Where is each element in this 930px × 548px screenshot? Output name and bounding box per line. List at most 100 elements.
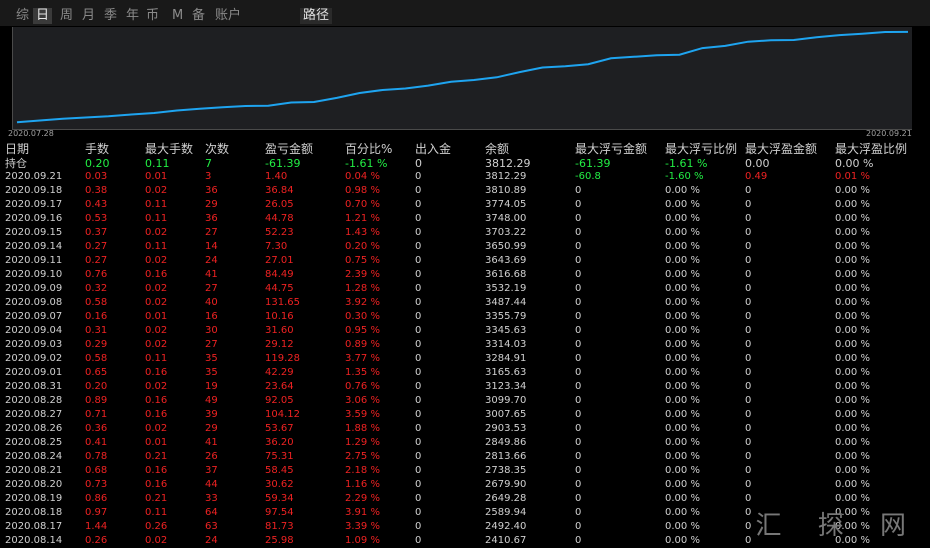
- cell-col-8: 0: [575, 493, 582, 504]
- tab-6[interactable]: 币: [146, 8, 159, 24]
- cell-col-11: 0.00 %: [835, 185, 870, 196]
- cell-col-9: 0.00 %: [665, 493, 700, 504]
- cell-col-10: 0.00: [745, 157, 770, 170]
- cell-col-7: 3810.89: [485, 185, 527, 196]
- cell-col-0: 2020.09.10: [5, 269, 63, 280]
- cell-col-3: 64: [205, 507, 218, 518]
- cell-col-3: 24: [205, 535, 218, 546]
- cell-col-0: 2020.08.26: [5, 423, 63, 434]
- cell-col-5: 1.28 %: [345, 283, 380, 294]
- cell-col-11: 0.00 %: [835, 311, 870, 322]
- cell-col-5: 2.29 %: [345, 493, 380, 504]
- cell-col-6: 0: [415, 507, 422, 518]
- cell-col-11: 0.00 %: [835, 157, 874, 170]
- cell-col-7: 3616.68: [485, 269, 527, 280]
- cell-col-3: 37: [205, 465, 218, 476]
- cell-col-0: 2020.09.18: [5, 185, 63, 196]
- tab-7[interactable]: M: [172, 8, 183, 24]
- cell-col-3: 19: [205, 381, 218, 392]
- cell-col-6: 0: [415, 213, 422, 224]
- cell-col-1: 0.36: [85, 423, 108, 434]
- tab-9[interactable]: 账户: [215, 8, 241, 24]
- cell-col-4: 1.40: [265, 171, 288, 182]
- table-row: 2020.09.03 0.29 0.02 27 29.12 0.89 % 0 3314.03 0…: [0, 338, 930, 352]
- cell-col-1: 0.38: [85, 185, 108, 196]
- cell-col-1: 0.78: [85, 451, 108, 462]
- cell-col-8: -61.39: [575, 157, 611, 170]
- cell-col-10: 0: [745, 535, 752, 546]
- cell-col-1: 0.58: [85, 297, 108, 308]
- cell-col-5: 1.88 %: [345, 423, 380, 434]
- table-row: 2020.08.19 0.86 0.21 33 59.34 2.29 % 0 2649.28 0…: [0, 492, 930, 506]
- cell-col-4: 131.65: [265, 297, 300, 308]
- table-row: 2020.09.17 0.43 0.11 29 26.05 0.70 % 0 3774.05 0…: [0, 198, 930, 212]
- tab-8[interactable]: 备: [192, 8, 205, 24]
- cell-col-7: 2903.53: [485, 423, 527, 434]
- cell-col-7: 3007.65: [485, 409, 527, 420]
- cell-col-5: 0.98 %: [345, 185, 380, 196]
- cell-col-4: 盈亏金额: [265, 142, 314, 156]
- cell-col-6: 0: [415, 311, 422, 322]
- cell-col-10: 0: [745, 269, 752, 280]
- tab-5[interactable]: 年: [126, 8, 139, 24]
- cell-col-10: 0: [745, 227, 752, 238]
- cell-col-4: -61.39: [265, 157, 301, 170]
- cell-col-2: 0.16: [145, 409, 168, 420]
- cell-col-1: 0.03: [85, 171, 108, 182]
- cell-col-10: 0: [745, 423, 752, 434]
- cell-col-6: 0: [415, 297, 422, 308]
- cell-col-0: 2020.08.21: [5, 465, 63, 476]
- cell-col-1: 0.89: [85, 395, 108, 406]
- tab-4[interactable]: 季: [104, 8, 117, 24]
- cell-col-11: 0.00 %: [835, 479, 870, 490]
- cell-col-0: 2020.09.01: [5, 367, 63, 378]
- cell-col-9: -1.60 %: [665, 171, 704, 182]
- cell-col-0: 2020.08.31: [5, 381, 63, 392]
- table-row: 2020.09.11 0.27 0.02 24 27.01 0.75 % 0 3643.69 0…: [0, 254, 930, 268]
- cell-col-11: 0.00 %: [835, 297, 870, 308]
- cell-col-3: 49: [205, 395, 218, 406]
- cell-col-4: 53.67: [265, 423, 294, 434]
- cell-col-10: 0: [745, 395, 752, 406]
- cell-col-11: 0.00 %: [835, 437, 870, 448]
- cell-col-2: 0.02: [145, 255, 168, 266]
- cell-col-2: 0.11: [145, 213, 168, 224]
- cell-col-1: 0.53: [85, 213, 108, 224]
- cell-col-3: 41: [205, 437, 218, 448]
- cell-col-6: 0: [415, 437, 422, 448]
- tab-2[interactable]: 周: [60, 8, 73, 24]
- cell-col-11: 0.00 %: [835, 213, 870, 224]
- cell-col-8: 0: [575, 227, 582, 238]
- cell-col-3: 24: [205, 255, 218, 266]
- cell-col-2: 0.02: [145, 227, 168, 238]
- cell-col-8: 0: [575, 353, 582, 364]
- cell-col-8: 0: [575, 521, 582, 532]
- cell-col-4: 10.16: [265, 311, 294, 322]
- cell-col-10: 0: [745, 507, 752, 518]
- cell-col-7: 3165.63: [485, 367, 527, 378]
- cell-col-11: 0.00 %: [835, 269, 870, 280]
- cell-col-7: 2410.67: [485, 535, 527, 546]
- tab-3[interactable]: 月: [82, 8, 95, 24]
- tab-0[interactable]: 综: [16, 8, 29, 24]
- cell-col-5: 2.18 %: [345, 465, 380, 476]
- table-row: 2020.08.20 0.73 0.16 44 30.62 1.16 % 0 2679.90 0…: [0, 478, 930, 492]
- cell-col-5: 3.77 %: [345, 353, 380, 364]
- cell-col-8: 0: [575, 297, 582, 308]
- cell-col-9: 0.00 %: [665, 409, 700, 420]
- route-button[interactable]: 路径: [300, 8, 333, 24]
- cell-col-8: 0: [575, 185, 582, 196]
- cell-col-8: 0: [575, 507, 582, 518]
- cell-col-3: 14: [205, 241, 218, 252]
- cell-col-8: 0: [575, 255, 582, 266]
- cell-col-1: 0.37: [85, 227, 108, 238]
- cell-col-4: 92.05: [265, 395, 294, 406]
- cell-col-0: 2020.09.09: [5, 283, 63, 294]
- cell-col-3: 30: [205, 325, 218, 336]
- cell-col-6: 0: [415, 423, 422, 434]
- cell-col-4: 23.64: [265, 381, 294, 392]
- cell-col-5: 0.95 %: [345, 325, 380, 336]
- cell-col-2: 0.01: [145, 171, 168, 182]
- cell-col-5: 1.21 %: [345, 213, 380, 224]
- tab-1[interactable]: 日: [33, 8, 53, 24]
